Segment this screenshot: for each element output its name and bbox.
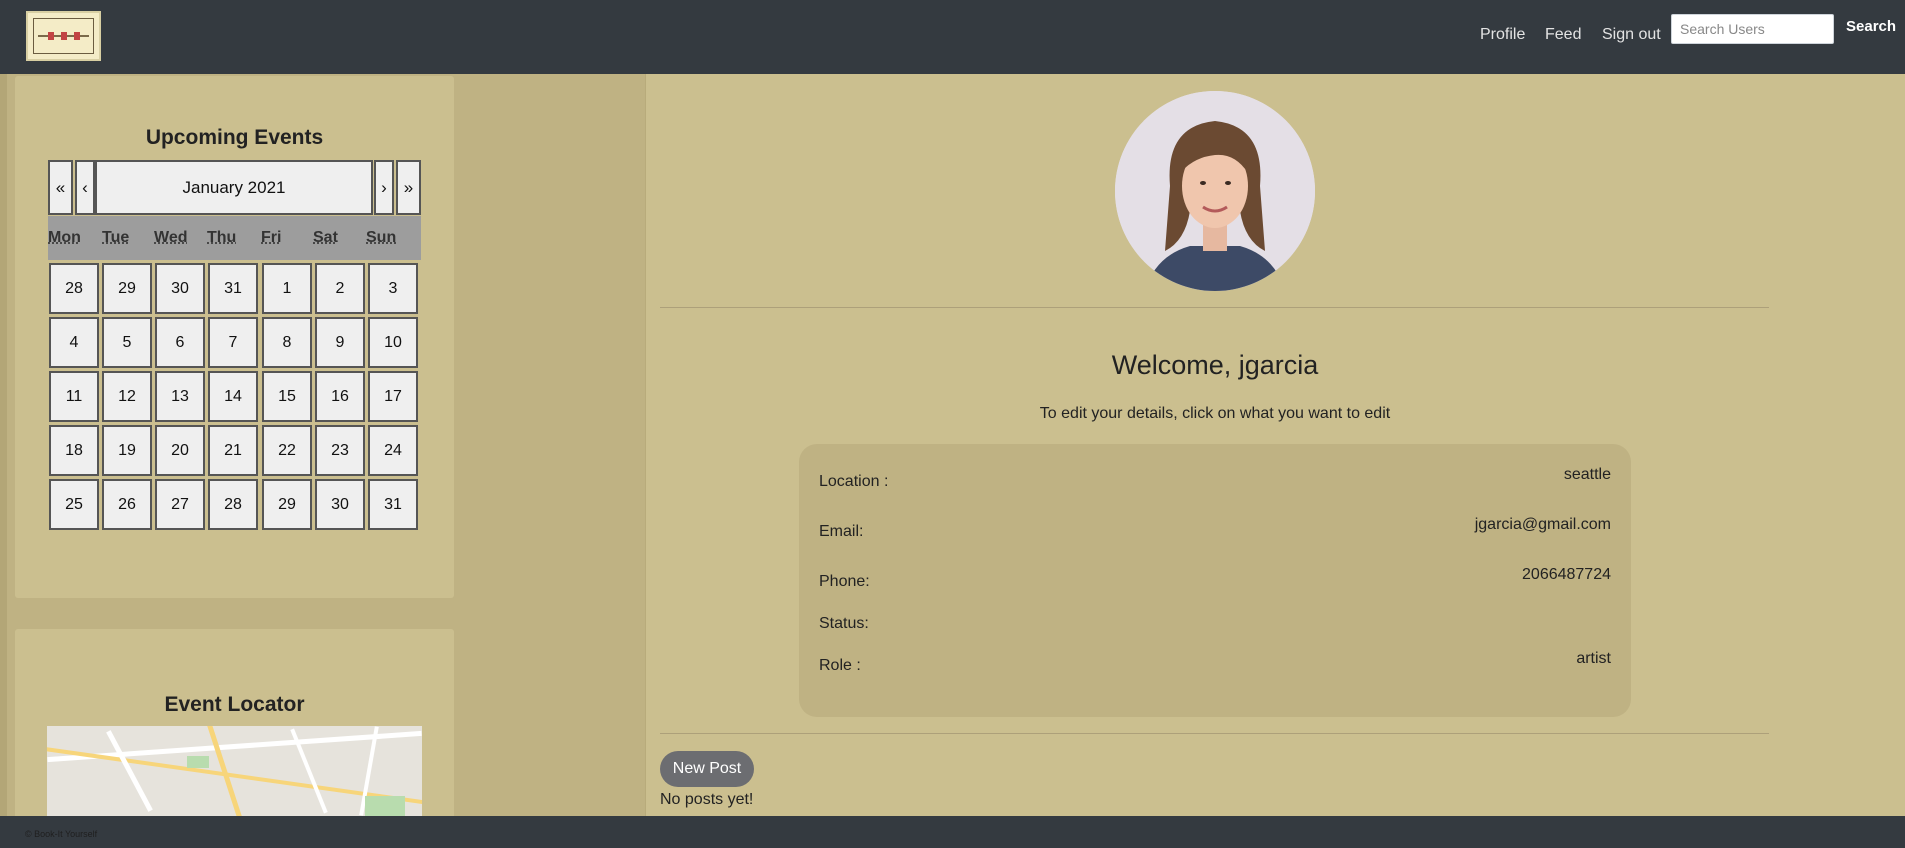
weekday-tue: Tue [102,229,130,246]
location-label[interactable]: Location : [819,473,888,491]
calendar-day[interactable]: 23 [315,425,365,476]
upcoming-events-title: Upcoming Events [145,126,324,149]
calendar-day[interactable]: 12 [102,371,152,422]
site-logo[interactable] [26,11,101,61]
phone-value[interactable]: 2066487724 [1522,566,1611,584]
event-map[interactable] [47,726,422,816]
calendar-day[interactable]: 29 [102,263,152,314]
profile-avatar [1115,91,1315,291]
weekday-sun: Sun [366,229,397,246]
role-value[interactable]: artist [1576,650,1611,668]
weekday-fri: Fri [261,229,282,246]
calendar-day[interactable]: 29 [262,479,312,530]
calendar-month-label[interactable]: January 2021 [95,160,373,215]
weekday-mon: Mon [48,229,81,246]
page-footer [0,816,1905,848]
phone-label[interactable]: Phone: [819,573,870,591]
calendar-prev-year-button[interactable]: « [48,160,73,215]
status-label[interactable]: Status: [819,615,869,633]
weekday-sat: Sat [313,229,338,246]
nav-profile-link[interactable]: Profile [1480,26,1525,44]
calendar-day[interactable]: 13 [155,371,205,422]
calendar-day[interactable]: 25 [49,479,99,530]
calendar-next-year-button[interactable]: » [396,160,421,215]
calendar-day[interactable]: 11 [49,371,99,422]
calendar-day[interactable]: 17 [368,371,418,422]
calendar-day[interactable]: 28 [49,263,99,314]
location-value[interactable]: seattle [1564,466,1611,484]
footer-copyright: © Book-It Yourself [25,829,98,839]
calendar-day[interactable]: 3 [368,263,418,314]
nav-feed-link[interactable]: Feed [1545,26,1581,44]
calendar-day[interactable]: 30 [155,263,205,314]
calendar-prev-month-button[interactable]: ‹ [75,160,95,215]
calendar-day[interactable]: 30 [315,479,365,530]
calendar-next-month-button[interactable]: › [374,160,394,215]
role-label[interactable]: Role : [819,657,861,675]
calendar-day[interactable]: 10 [368,317,418,368]
calendar-day[interactable]: 7 [208,317,258,368]
calendar-day[interactable]: 8 [262,317,312,368]
calendar-day[interactable]: 2 [315,263,365,314]
calendar-day[interactable]: 24 [368,425,418,476]
search-users-input[interactable] [1671,14,1834,44]
calendar-day[interactable]: 5 [102,317,152,368]
weekday-wed: Wed [154,229,188,246]
welcome-heading: Welcome, jgarcia [1111,350,1319,380]
sidebar-edge [0,74,7,816]
calendar-day[interactable]: 31 [208,263,258,314]
profile-divider [660,307,1769,308]
email-value[interactable]: jgarcia@gmail.com [1475,516,1611,534]
calendar-day[interactable]: 1 [262,263,312,314]
no-posts-message: No posts yet! [660,791,754,808]
calendar-day[interactable]: 15 [262,371,312,422]
new-post-button[interactable]: New Post [660,751,754,787]
profile-details-card [799,444,1631,717]
calendar-day[interactable]: 22 [262,425,312,476]
nav-signout-link[interactable]: Sign out [1602,26,1661,44]
weekday-thu: Thu [207,229,237,246]
search-button[interactable]: Search [1846,18,1896,35]
calendar-day[interactable]: 20 [155,425,205,476]
calendar-day[interactable]: 18 [49,425,99,476]
calendar-day[interactable]: 16 [315,371,365,422]
event-locator-title: Event Locator [164,693,305,716]
calendar-day[interactable]: 6 [155,317,205,368]
calendar-day[interactable]: 9 [315,317,365,368]
posts-divider [660,733,1769,734]
calendar-day[interactable]: 27 [155,479,205,530]
calendar-day[interactable]: 21 [208,425,258,476]
edit-instructions: To edit your details, click on what you … [1039,405,1391,422]
calendar-day[interactable]: 31 [368,479,418,530]
calendar-day[interactable]: 4 [49,317,99,368]
calendar-day[interactable]: 26 [102,479,152,530]
calendar-day[interactable]: 19 [102,425,152,476]
calendar-day[interactable]: 14 [208,371,258,422]
email-label[interactable]: Email: [819,523,863,541]
calendar-day[interactable]: 28 [208,479,258,530]
